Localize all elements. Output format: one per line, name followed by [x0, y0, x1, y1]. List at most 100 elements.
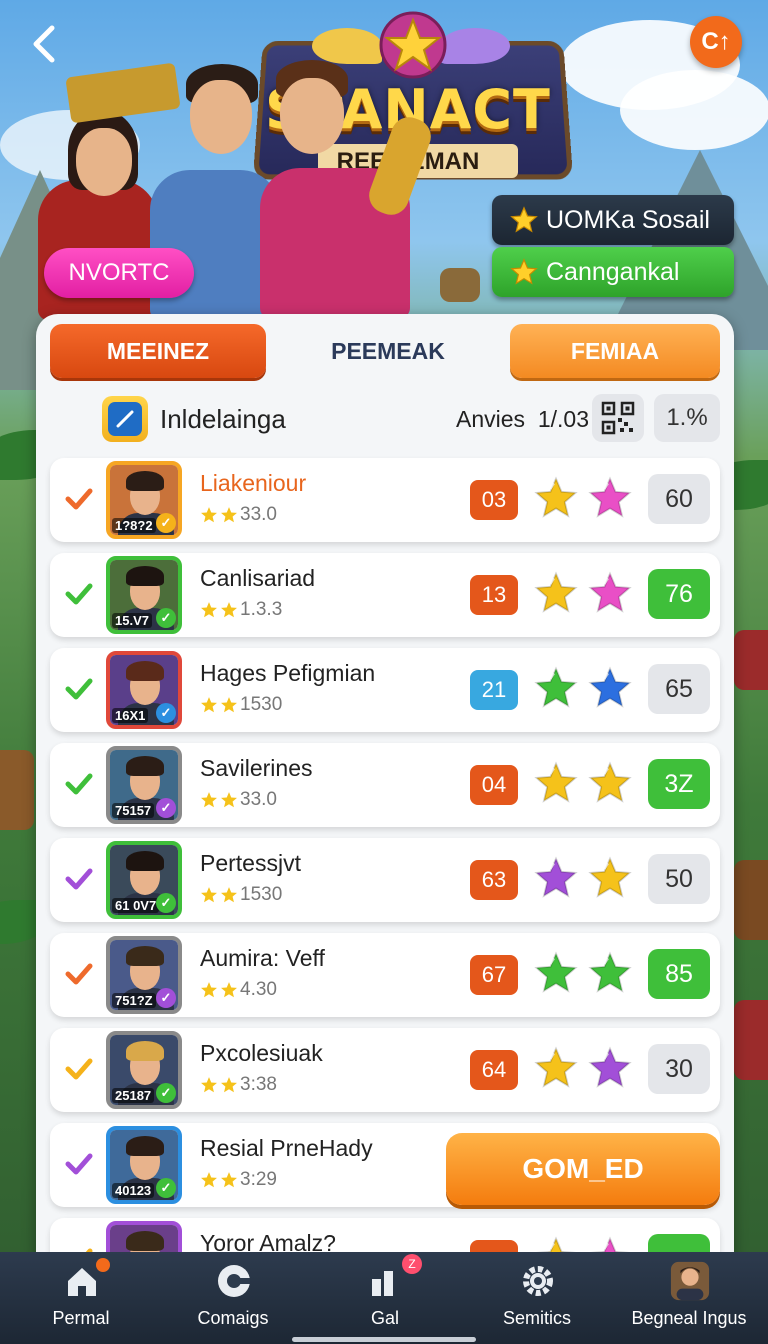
player-name: Pxcolesiuak [200, 1040, 323, 1066]
check-icon [64, 864, 94, 894]
rank-pill: 63 [470, 860, 518, 900]
chart-icon [365, 1260, 407, 1302]
player-avatar: 15.V7 ✓ [106, 556, 182, 634]
rating-star-icon [221, 1077, 237, 1093]
tab-bar: MEEINEZ PEEMEAK FEMIAA [50, 324, 720, 380]
reward-star-slot [534, 951, 578, 995]
reward-star-icon [534, 571, 578, 613]
player-level: 61 0V7 [112, 898, 160, 913]
verified-badge-icon: ✓ [156, 513, 176, 533]
tab-femiaa[interactable]: FEMIAA [510, 324, 720, 378]
reward-star-slot [588, 951, 632, 995]
tab-meeinez[interactable]: MEEINEZ [50, 324, 266, 378]
notification-dot-icon [96, 1258, 110, 1272]
reward-star-icon [588, 951, 632, 993]
rating-star-icon [221, 792, 237, 808]
score-badge: 65 [648, 664, 710, 714]
campaign-chip[interactable]: Canngankal [492, 247, 734, 297]
nav-label: Semitics [502, 1308, 571, 1328]
qr-code-icon [601, 401, 635, 435]
player-name: Canlisariad [200, 565, 316, 591]
check-icon [64, 484, 94, 514]
rating-star-icon [201, 507, 217, 523]
list-header: Inldelainga Anvies 1/.03 1.% [50, 394, 720, 448]
player-avatar: 16X1 ✓ [106, 651, 182, 729]
sort-button[interactable]: 1.% [654, 394, 720, 442]
reward-star-icon [588, 571, 632, 613]
player-avatar: 75157 ✓ [106, 746, 182, 824]
rating-star-icon [221, 982, 237, 998]
player-rating-value: 33.0 [240, 504, 277, 525]
score-badge: 60 [648, 474, 710, 524]
qr-code-button[interactable] [592, 394, 644, 442]
list-stat: Anvies 1/.03 [456, 406, 589, 433]
player-rating: 33.0 [200, 789, 277, 811]
score-badge: 30 [648, 1044, 710, 1094]
player-level: 75157 [112, 803, 155, 818]
leaderboard-row[interactable]: 751?Z ✓ Aumira: Veff 4.30 67 85 [50, 933, 720, 1017]
list-stat-value: 1/.03 [537, 406, 589, 432]
rating-star-icon [201, 1077, 217, 1093]
player-level: 25187 [112, 1088, 155, 1103]
rank-pill: 13 [470, 575, 518, 615]
event-badge[interactable]: NVORTC [44, 248, 194, 298]
player-name: Liakeniour [200, 470, 307, 496]
reward-star-slot [588, 571, 632, 615]
verified-badge-icon: ✓ [156, 893, 176, 913]
nav-item-gear[interactable]: Semitics [462, 1252, 612, 1344]
go-button[interactable]: GOM_ED [446, 1133, 720, 1205]
leaderboard-row[interactable]: 1?8?2 ✓ Liakeniour 33.0 03 60 [50, 458, 720, 542]
social-chip[interactable]: UOMKa Sosail [492, 195, 734, 245]
reward-star-slot [534, 571, 578, 615]
verified-badge-icon: ✓ [156, 608, 176, 628]
reward-star-icon [588, 476, 632, 518]
player-rating-value: 1530 [240, 884, 283, 905]
verified-badge-icon: ✓ [156, 798, 176, 818]
leaderboard-row[interactable]: 40123 ✓ Resial PrneHady 3:29 GOM_ED [50, 1123, 720, 1207]
gear-icon [517, 1260, 559, 1302]
compass-icon [213, 1260, 255, 1302]
check-icon [64, 1149, 94, 1179]
reward-star-icon [588, 856, 632, 898]
player-rating: 1530 [200, 694, 282, 716]
leaderboard-row[interactable]: 75157 ✓ Savilerines 33.0 04 3Z [50, 743, 720, 827]
leaderboard-row[interactable]: 16X1 ✓ Hages Pefigmian 1530 21 65 [50, 648, 720, 732]
nav-item-avatar[interactable]: Begneal Ingus [614, 1252, 764, 1344]
nav-item-chart[interactable]: Z Gal [310, 1252, 460, 1344]
rating-star-icon [201, 887, 217, 903]
rating-star-icon [221, 887, 237, 903]
rating-star-icon [221, 697, 237, 713]
rank-pill: 03 [470, 480, 518, 520]
reward-star-slot [534, 856, 578, 900]
player-rating-value: 4.30 [240, 979, 277, 1000]
rating-star-icon [201, 697, 217, 713]
reward-star-icon [534, 666, 578, 708]
player-rating: 4.30 [200, 979, 277, 1001]
tab-peemeak[interactable]: PEEMEAK [272, 324, 504, 378]
player-avatar: 61 0V7 ✓ [106, 841, 182, 919]
score-badge: 3Z [648, 759, 710, 809]
player-rating-value: 3:29 [240, 1169, 277, 1190]
player-rating: 3:29 [200, 1169, 277, 1191]
player-rating-value: 1530 [240, 694, 283, 715]
player-rating: 1530 [200, 884, 282, 906]
nav-item-compass[interactable]: Comaigs [158, 1252, 308, 1344]
leaderboard-row[interactable]: 25187 ✓ Pxcolesiuak 3:38 64 30 [50, 1028, 720, 1112]
leaderboard-row[interactable]: 61 0V7 ✓ Pertessjvt 1530 63 50 [50, 838, 720, 922]
player-rating-value: 33.0 [240, 789, 277, 810]
player-level: 1?8?2 [112, 518, 156, 533]
reward-star-slot [588, 761, 632, 805]
leaderboard-row[interactable]: 15.V7 ✓ Canlisariad 1.3.3 13 76 [50, 553, 720, 637]
avatar-icon [669, 1260, 711, 1302]
player-avatar: 751?Z ✓ [106, 936, 182, 1014]
rating-star-icon [201, 982, 217, 998]
currency-button[interactable]: C↑ [690, 16, 742, 68]
player-rating: 33.0 [200, 504, 277, 526]
rating-star-icon [201, 602, 217, 618]
nav-item-home[interactable]: Permal [6, 1252, 156, 1344]
rating-star-icon [201, 792, 217, 808]
check-icon [64, 674, 94, 704]
rating-star-icon [201, 1172, 217, 1188]
check-icon [64, 959, 94, 989]
player-name: Savilerines [200, 755, 313, 781]
